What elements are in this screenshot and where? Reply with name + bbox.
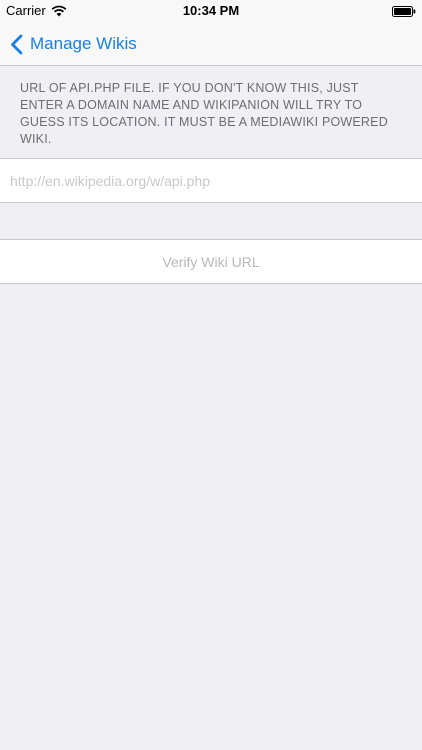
status-bar: Carrier 10:34 PM [0, 0, 422, 22]
verify-wiki-url-label: Verify Wiki URL [162, 253, 260, 270]
back-button-label: Manage Wikis [30, 34, 137, 53]
wiki-url-input[interactable] [10, 159, 410, 202]
url-input-cell [0, 158, 422, 203]
section-header: URL OF API.PHP FILE. IF YOU DON'T KNOW T… [20, 81, 388, 146]
battery-icon [392, 5, 416, 17]
status-time: 10:34 PM [182, 3, 240, 18]
chevron-left-icon [10, 34, 23, 55]
back-button[interactable]: Manage Wikis [10, 22, 137, 66]
verify-wiki-url-button[interactable]: Verify Wiki URL [0, 239, 422, 284]
navigation-bar: Manage Wikis [0, 22, 422, 66]
